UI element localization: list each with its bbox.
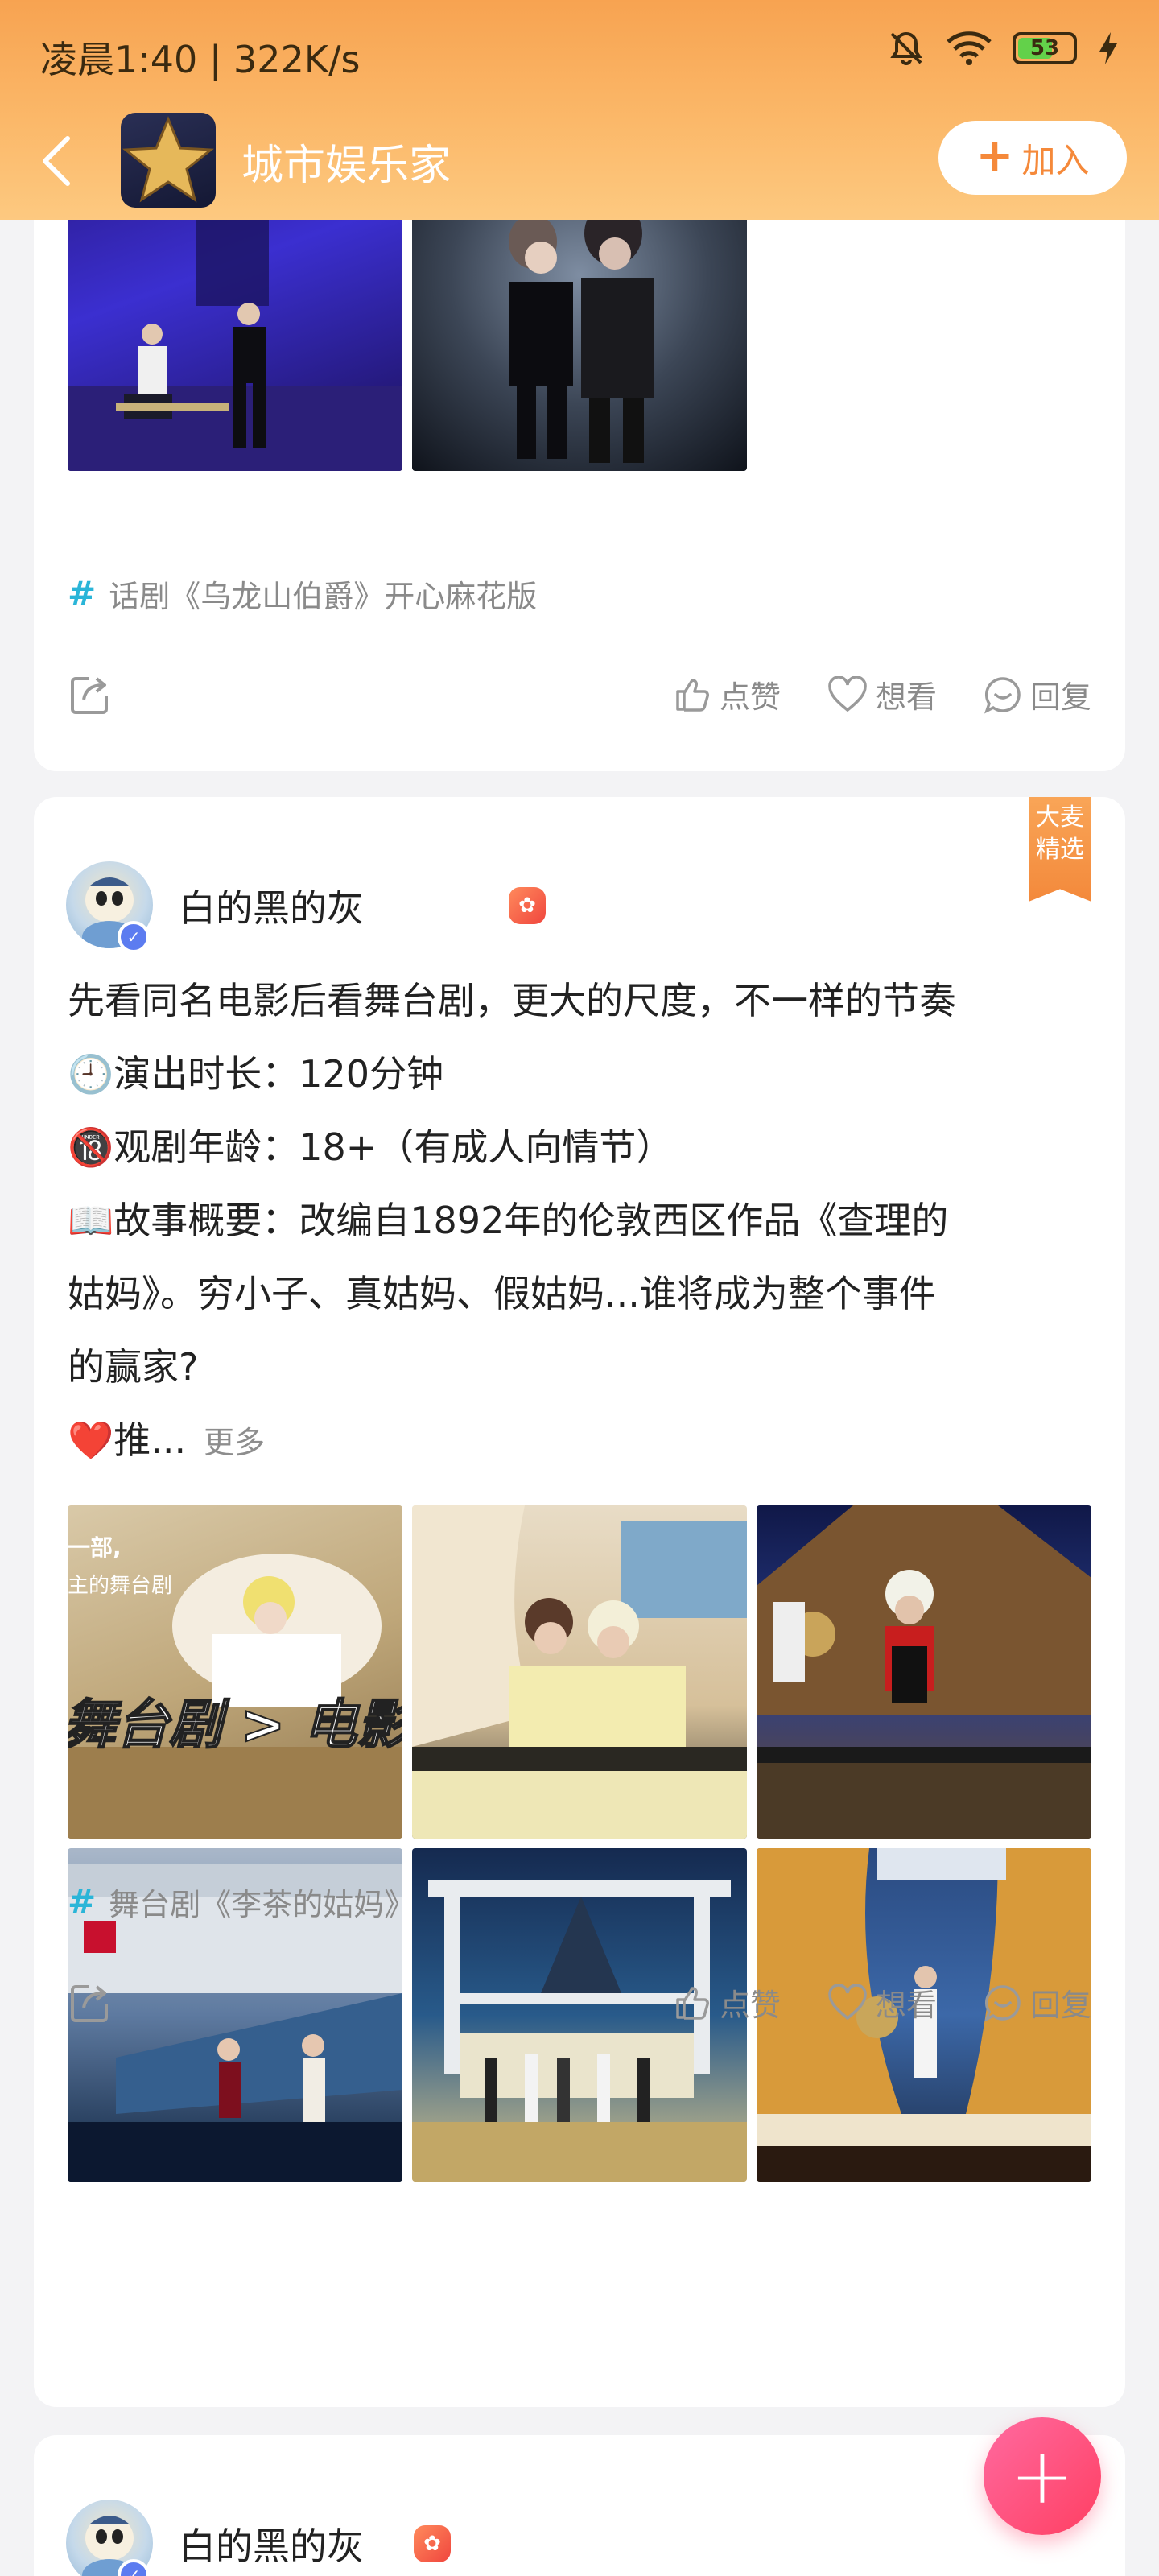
post-text-excerpt: ❤️推... bbox=[68, 1418, 187, 1462]
post-card: 大麦 精选 ✓ 白的黑的灰 ✿ 先看同名电影后看舞台剧，更大的尺度，不一样的节奏… bbox=[34, 797, 1125, 2407]
status-icons: 53 bbox=[887, 29, 1119, 68]
like-label: 点赞 bbox=[719, 1988, 781, 2023]
more-link[interactable]: 更多 bbox=[204, 1425, 265, 1460]
image-grid bbox=[68, 145, 747, 547]
post-text-line: ❤️推... 更多 bbox=[68, 1404, 1098, 1480]
reply-label: 回复 bbox=[1029, 679, 1091, 715]
add-post-fab[interactable]: + bbox=[984, 2417, 1101, 2535]
topic-label: 话剧《乌龙山伯爵》开心麻花版 bbox=[109, 579, 538, 614]
action-bar: 点赞 想看 回复 bbox=[68, 672, 1091, 720]
author-row[interactable]: ✓ 白的黑的灰 ✿ bbox=[66, 2500, 790, 2576]
share-icon bbox=[71, 677, 108, 714]
ribbon-line: 精选 bbox=[1036, 836, 1084, 864]
image-grid: 一部, 主的舞台剧 舞台剧 > 电影 bbox=[68, 1505, 1091, 2182]
topic-tag[interactable]: # 舞台剧《李茶的姑妈》 bbox=[68, 1880, 415, 1924]
image-caption: 主的舞台剧 bbox=[68, 1574, 172, 1598]
post-text-line: 的赢家? bbox=[68, 1345, 199, 1389]
flower-badge-icon: ✿ bbox=[414, 2525, 451, 2562]
share-button[interactable] bbox=[68, 1980, 116, 2029]
want-button[interactable]: 想看 bbox=[827, 1980, 937, 2025]
verified-icon: ✓ bbox=[118, 921, 150, 953]
reply-button[interactable]: 回复 bbox=[984, 672, 1091, 716]
nav-bar: 城市娱乐家 + 加入 bbox=[0, 109, 1159, 213]
post-image[interactable]: 一部, 主的舞台剧 舞台剧 > 电影 bbox=[68, 1505, 402, 1839]
topic-tag[interactable]: # 话剧《乌龙山伯爵》开心麻花版 bbox=[68, 572, 537, 616]
reply-bubble-icon bbox=[984, 676, 1021, 713]
post-card: ✓ 白的黑的灰 ✿ bbox=[34, 2435, 1125, 2576]
battery-icon: 53 bbox=[1013, 32, 1077, 64]
ribbon-line: 大麦 bbox=[1036, 803, 1084, 832]
topic-label: 舞台剧《李茶的姑妈》 bbox=[109, 1887, 415, 1922]
post-text-line: 先看同名电影后看舞台剧，更大的尺度，不一样的节奏 bbox=[68, 979, 956, 1022]
post-card: # 话剧《乌龙山伯爵》开心麻花版 点赞 想看 回复 bbox=[34, 145, 1125, 771]
like-label: 点赞 bbox=[719, 679, 781, 715]
back-arrow-icon bbox=[43, 136, 70, 186]
wifi-icon bbox=[947, 31, 992, 65]
bell-muted-icon bbox=[890, 31, 922, 65]
want-button[interactable]: 想看 bbox=[827, 672, 937, 716]
group-logo[interactable] bbox=[121, 113, 216, 208]
post-image[interactable] bbox=[757, 1505, 1091, 1839]
want-label: 想看 bbox=[875, 1988, 937, 2023]
post-body[interactable]: 先看同名电影后看舞台剧，更大的尺度，不一样的节奏 🕘演出时长：120分钟 🔞观剧… bbox=[68, 964, 1098, 1480]
author-name[interactable]: 白的黑的灰 bbox=[179, 2517, 364, 2570]
action-bar: 点赞 想看 回复 bbox=[68, 1980, 1091, 2029]
want-label: 想看 bbox=[875, 679, 937, 715]
hash-icon: # bbox=[68, 574, 97, 613]
charging-icon bbox=[1099, 32, 1117, 64]
reply-bubble-icon bbox=[984, 1984, 1021, 2021]
share-button[interactable] bbox=[68, 672, 116, 720]
share-icon bbox=[71, 1985, 108, 2022]
status-bar: 凌晨1:40 | 322K/s 53 bbox=[0, 0, 1159, 105]
post-text-line: 🕘演出时长：120分钟 bbox=[68, 1052, 444, 1096]
star-logo-icon bbox=[122, 116, 215, 203]
image-caption: 一部, bbox=[68, 1534, 122, 1561]
top-header: 凌晨1:40 | 322K/s 53 城市娱乐家 + 加入 bbox=[0, 0, 1159, 220]
author-name[interactable]: 白的黑的灰 bbox=[179, 879, 364, 932]
post-text-line: 🔞观剧年龄：18+（有成人向情节） bbox=[68, 1125, 674, 1169]
hash-icon: # bbox=[68, 1882, 97, 1922]
flower-badge-icon: ✿ bbox=[509, 887, 546, 924]
thumb-up-icon bbox=[676, 1986, 709, 2020]
add-fab-icon: + bbox=[1009, 2431, 1075, 2521]
heart-icon bbox=[828, 1984, 867, 2020]
post-image[interactable] bbox=[412, 1505, 747, 1839]
heart-icon bbox=[828, 675, 867, 712]
status-time: 凌晨1:40 | 322K/s bbox=[40, 38, 361, 81]
image-headline: 舞台剧 > 电影 bbox=[68, 1694, 402, 1756]
battery-level: 53 bbox=[1029, 36, 1060, 60]
like-button[interactable]: 点赞 bbox=[673, 1980, 781, 2025]
featured-ribbon: 大麦 精选 bbox=[1029, 797, 1091, 902]
author-row[interactable]: ✓ 白的黑的灰 ✿ bbox=[66, 861, 790, 953]
reply-label: 回复 bbox=[1029, 1988, 1091, 2023]
post-text-line: 📖故事概要：改编自1892年的伦敦西区作品《查理的 bbox=[68, 1199, 949, 1242]
join-button[interactable]: + 加入 bbox=[938, 121, 1127, 195]
back-button[interactable] bbox=[32, 129, 80, 193]
join-label: 加入 bbox=[1021, 140, 1090, 180]
thumb-up-icon bbox=[676, 678, 709, 712]
group-title: 城市娱乐家 bbox=[241, 142, 452, 190]
plus-icon: + bbox=[975, 130, 1014, 182]
like-button[interactable]: 点赞 bbox=[673, 672, 781, 716]
post-text-line: 姑妈》。穷小子、真姑妈、假姑妈...谁将成为整个事件 bbox=[68, 1272, 936, 1315]
reply-button[interactable]: 回复 bbox=[984, 1980, 1091, 2025]
